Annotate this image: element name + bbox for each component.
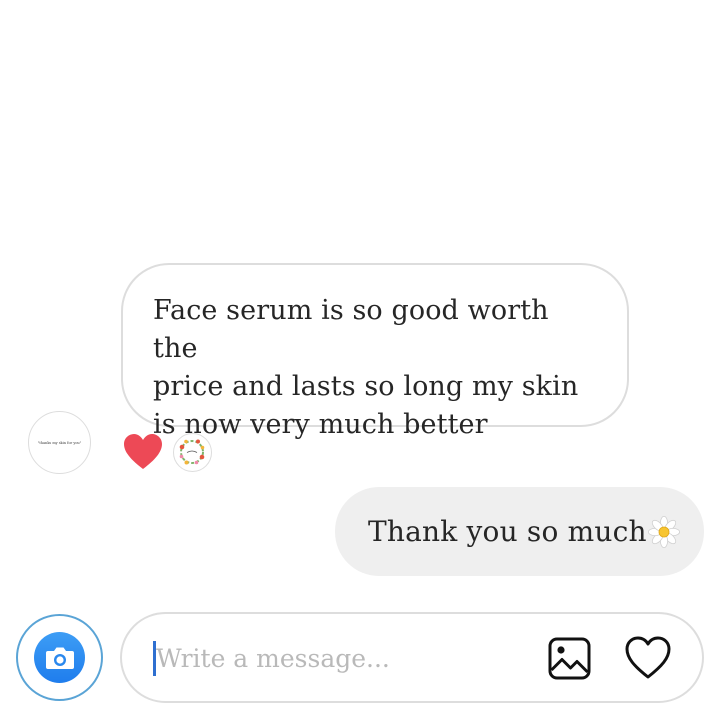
red-heart-icon[interactable]	[123, 433, 163, 471]
incoming-message-line: is now very much better	[153, 409, 488, 440]
incoming-message-text: Face serum is so good worth the price an…	[153, 292, 597, 444]
outgoing-message-text: Thank you so much	[368, 515, 647, 548]
incoming-message-bubble[interactable]: Face serum is so good worth the price an…	[121, 263, 629, 440]
avatar-caption: "thanks my skin for you"	[37, 440, 82, 445]
sender-avatar[interactable]: "thanks my skin for you"	[28, 411, 91, 474]
message-composer	[120, 612, 704, 703]
heart-outline-icon[interactable]	[624, 635, 672, 681]
incoming-message-line: Face serum is so good worth the	[153, 295, 549, 364]
image-gallery-icon[interactable]	[547, 636, 592, 681]
daisy-icon	[647, 515, 681, 549]
camera-button[interactable]	[16, 614, 103, 701]
flower-wreath-sticker-icon[interactable]	[173, 433, 212, 472]
dm-conversation-screen: Face serum is so good worth the price an…	[0, 0, 720, 720]
outgoing-message-bubble[interactable]: Thank you so much	[335, 487, 704, 576]
incoming-message-line: price and lasts so long my skin	[153, 371, 579, 402]
camera-icon	[34, 632, 85, 683]
message-input[interactable]	[156, 636, 536, 680]
